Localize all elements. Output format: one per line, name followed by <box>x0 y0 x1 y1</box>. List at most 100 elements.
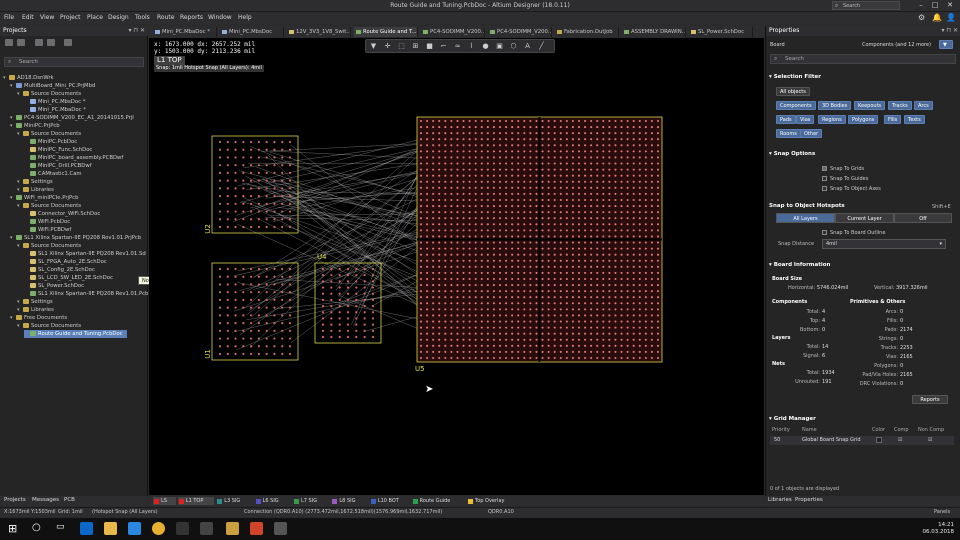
menu-design[interactable]: Design <box>108 14 129 21</box>
move-icon[interactable]: ✛ <box>384 43 391 50</box>
snap-distance-select[interactable]: 4mil ▾ <box>822 239 946 249</box>
powerpoint-icon[interactable] <box>250 522 263 535</box>
doc-tab[interactable]: SL_Power.SchDoc <box>689 27 753 37</box>
folder-icon[interactable] <box>47 39 55 46</box>
polygon-icon[interactable]: ⬡ <box>510 43 517 50</box>
menu-help[interactable]: Help <box>238 14 252 21</box>
fill-icon[interactable]: ▣ <box>496 43 503 50</box>
menu-route[interactable]: Route <box>157 14 174 21</box>
tree-folder[interactable]: ▾ Settings <box>17 298 53 306</box>
tree-document[interactable]: Mini_PC.MbsDoc * <box>24 98 85 106</box>
doc-tab[interactable]: Mini_PC.MbsDoc <box>220 27 284 37</box>
doc-tab[interactable]: 12V_3V3_1V8_Swit... <box>287 27 351 37</box>
pcb-canvas[interactable]: x: 1673.000 dx: 2657.252 mil y: 1503.000… <box>149 38 764 495</box>
close-button[interactable]: ✕ <box>945 1 955 10</box>
filter-chip-tracks[interactable]: Tracks <box>888 101 912 110</box>
via-icon[interactable]: ● <box>482 43 489 50</box>
snap-board-outline-check[interactable]: Snap To Board Outline <box>822 230 885 236</box>
diff-pair-icon[interactable]: ≈ <box>454 43 461 50</box>
checkbox-icon[interactable]: ☑ <box>898 437 902 443</box>
menu-reports[interactable]: Reports <box>180 14 203 21</box>
maximize-button[interactable]: □ <box>930 1 940 10</box>
tree-project[interactable]: ▾ MultiBoard_Mini_PC.PrjMbd <box>10 82 95 90</box>
snap-check[interactable]: Snap To Grids <box>822 166 864 172</box>
tree-document[interactable]: SL_FPGA_Auto_2E.SchDoc <box>24 258 107 266</box>
task-view-icon[interactable]: ▭ <box>56 522 69 535</box>
component-icon[interactable]: ■ <box>426 43 433 50</box>
tree-folder[interactable]: ▾ Free Documents <box>10 314 67 322</box>
tree-document[interactable]: SL_Config_2E.SchDoc <box>24 266 95 274</box>
bottom-tab-messages[interactable]: Messages <box>32 497 59 503</box>
layer-tab[interactable]: L3 SIG <box>216 497 252 505</box>
bottom-tab-projects[interactable]: Projects <box>4 497 26 503</box>
edge-icon[interactable] <box>80 522 93 535</box>
app-icon-3[interactable] <box>274 522 287 535</box>
save-icon[interactable] <box>5 39 13 46</box>
menu-view[interactable]: View <box>40 14 54 21</box>
new-doc-icon[interactable] <box>17 39 25 46</box>
doc-tab[interactable]: Route Guide and T... <box>354 27 418 37</box>
gear-icon[interactable]: ⚙ <box>918 13 925 22</box>
grid-row[interactable] <box>770 436 954 445</box>
tree-folder[interactable]: ▾ Libraries <box>17 186 54 194</box>
taskbar-clock[interactable]: 14:21 06.03.2018 <box>923 522 955 536</box>
filter-chip-pads[interactable]: Pads <box>776 115 796 124</box>
filter-chip-other[interactable]: Other <box>800 129 823 138</box>
open-folder-icon[interactable] <box>35 39 43 46</box>
panels-button[interactable]: Panels <box>934 509 950 515</box>
layer-tab[interactable]: Top Overlay <box>467 497 520 505</box>
tree-document[interactable]: ▾ AD18.DsnWrk <box>3 74 54 82</box>
tree-document[interactable]: MiniPC.PcbDoc <box>24 138 77 146</box>
chrome-icon[interactable] <box>152 522 165 535</box>
filter-chip-regions[interactable]: Regions <box>818 115 846 124</box>
menu-place[interactable]: Place <box>87 14 103 21</box>
tree-folder[interactable]: ▾ Source Documents <box>17 242 81 250</box>
menu-file[interactable]: File <box>4 14 14 21</box>
tree-document[interactable]: CAMtastic1.Cam <box>24 170 82 178</box>
layer-tab[interactable]: L7 SIG <box>293 497 329 505</box>
tree-document[interactable]: Connector_WiFi.SchDoc <box>24 210 100 218</box>
layer-tab[interactable]: Route Guide <box>412 497 465 505</box>
tree-document[interactable]: Route Guide and Tuning.PcbDoc <box>24 330 127 338</box>
filter-chip-texts[interactable]: Texts <box>904 115 925 124</box>
layer-tab[interactable]: LS <box>153 497 176 505</box>
board-info-title[interactable]: ▾ Board Information <box>769 262 830 268</box>
tree-folder[interactable]: ▾ Source Documents <box>17 130 81 138</box>
user-icon[interactable]: 👤 <box>946 13 956 22</box>
right-bottom-tab[interactable]: Properties <box>795 497 823 503</box>
right-bottom-tab[interactable]: Libraries <box>768 497 792 503</box>
all-objects-button[interactable]: All objects <box>776 87 810 96</box>
tree-document[interactable]: Mini_PC.MbaDoc * <box>24 106 86 114</box>
tree-document[interactable]: MiniPC_Func.SchDoc <box>24 146 92 154</box>
panel-controls-icon[interactable]: ▾ ⊓ ✕ <box>128 26 145 36</box>
global-search-input[interactable]: ⌕ Search <box>832 1 900 10</box>
doc-tab[interactable]: Fabrication.OutJob <box>555 27 619 37</box>
footprint-u2[interactable] <box>211 135 299 234</box>
filter-icon[interactable]: ▼ <box>370 43 377 50</box>
altium-icon[interactable] <box>226 522 239 535</box>
menu-edit[interactable]: Edit <box>22 14 34 21</box>
windows-start-icon[interactable]: ⊞ <box>8 522 21 535</box>
tree-folder[interactable]: ▾ Source Documents <box>17 322 81 330</box>
segment-all-layers[interactable]: All Layers <box>776 213 835 223</box>
gear-icon[interactable] <box>64 39 72 46</box>
tree-document[interactable]: WiFi.PCBDwf <box>24 226 71 234</box>
layer-tab[interactable]: L1 TOP <box>177 497 215 505</box>
doc-tab[interactable]: ASSEMBLY DRAWIN... <box>622 27 686 37</box>
filter-chip-3d-bodies[interactable]: 3D Bodies <box>818 101 852 110</box>
tree-folder[interactable]: ▾ Source Documents <box>17 90 81 98</box>
filter-chip-rooms[interactable]: Rooms <box>776 129 801 138</box>
line-icon[interactable]: ╱ <box>538 43 545 50</box>
projects-search-input[interactable]: ⌕ Search <box>4 57 144 67</box>
filter-chip-polygons[interactable]: Polygons <box>848 115 879 124</box>
bottom-tab-pcb[interactable]: PCB <box>64 497 75 503</box>
text-icon[interactable]: A <box>524 43 531 50</box>
footprint-u5[interactable] <box>416 116 663 363</box>
checkbox-icon[interactable]: ☑ <box>928 437 932 443</box>
route-icon[interactable]: ⌐ <box>440 43 447 50</box>
tree-project[interactable]: ▾ MiniPC.PrjPcb <box>10 122 60 130</box>
tree-project[interactable]: ▾ SL1 Xilinx Spartan-IIE PQ208 Rev1.01.Pr… <box>10 234 141 242</box>
grid-color-swatch[interactable] <box>876 437 882 443</box>
segment-off[interactable]: Off <box>894 213 952 223</box>
footprint-u1[interactable] <box>211 262 299 361</box>
